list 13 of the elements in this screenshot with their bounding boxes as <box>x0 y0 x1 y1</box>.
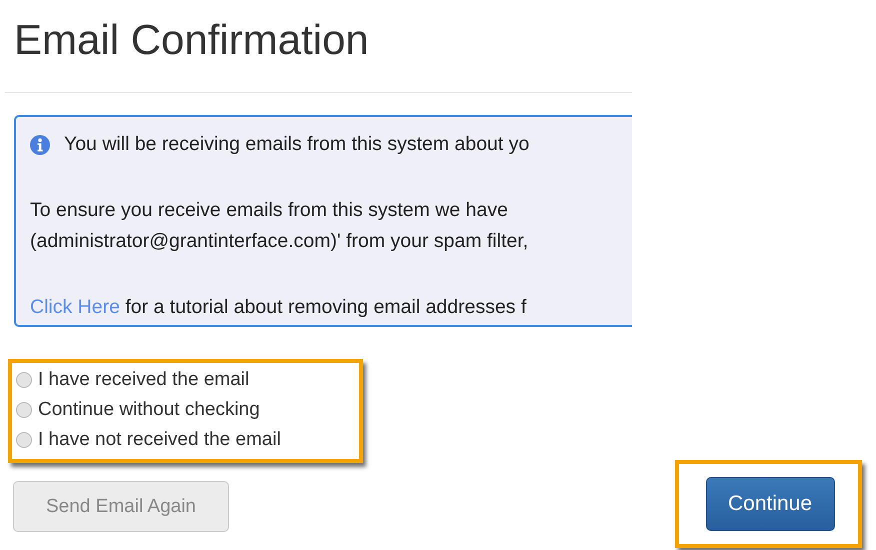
radio-option[interactable]: Continue without checking <box>16 395 359 425</box>
info-text: To ensure you receive emails from this system we have <box>30 199 508 222</box>
radio-button[interactable] <box>16 402 32 418</box>
radio-option[interactable]: I have not received the email <box>16 425 359 455</box>
radio-button[interactable] <box>16 372 32 388</box>
info-icon <box>30 134 50 154</box>
radio-button[interactable] <box>16 432 32 448</box>
page-title: Email Confirmation <box>14 15 370 65</box>
radio-option[interactable]: I have received the email <box>16 365 359 395</box>
continue-button[interactable]: Continue <box>706 477 834 531</box>
info-text: Click Here for a tutorial about removing email addresses f <box>30 296 526 319</box>
info-text: You will be receiving emails from this system about yo <box>64 133 530 156</box>
info-text: (administrator@grantinterface.com)' from your spam filter, <box>30 230 528 253</box>
